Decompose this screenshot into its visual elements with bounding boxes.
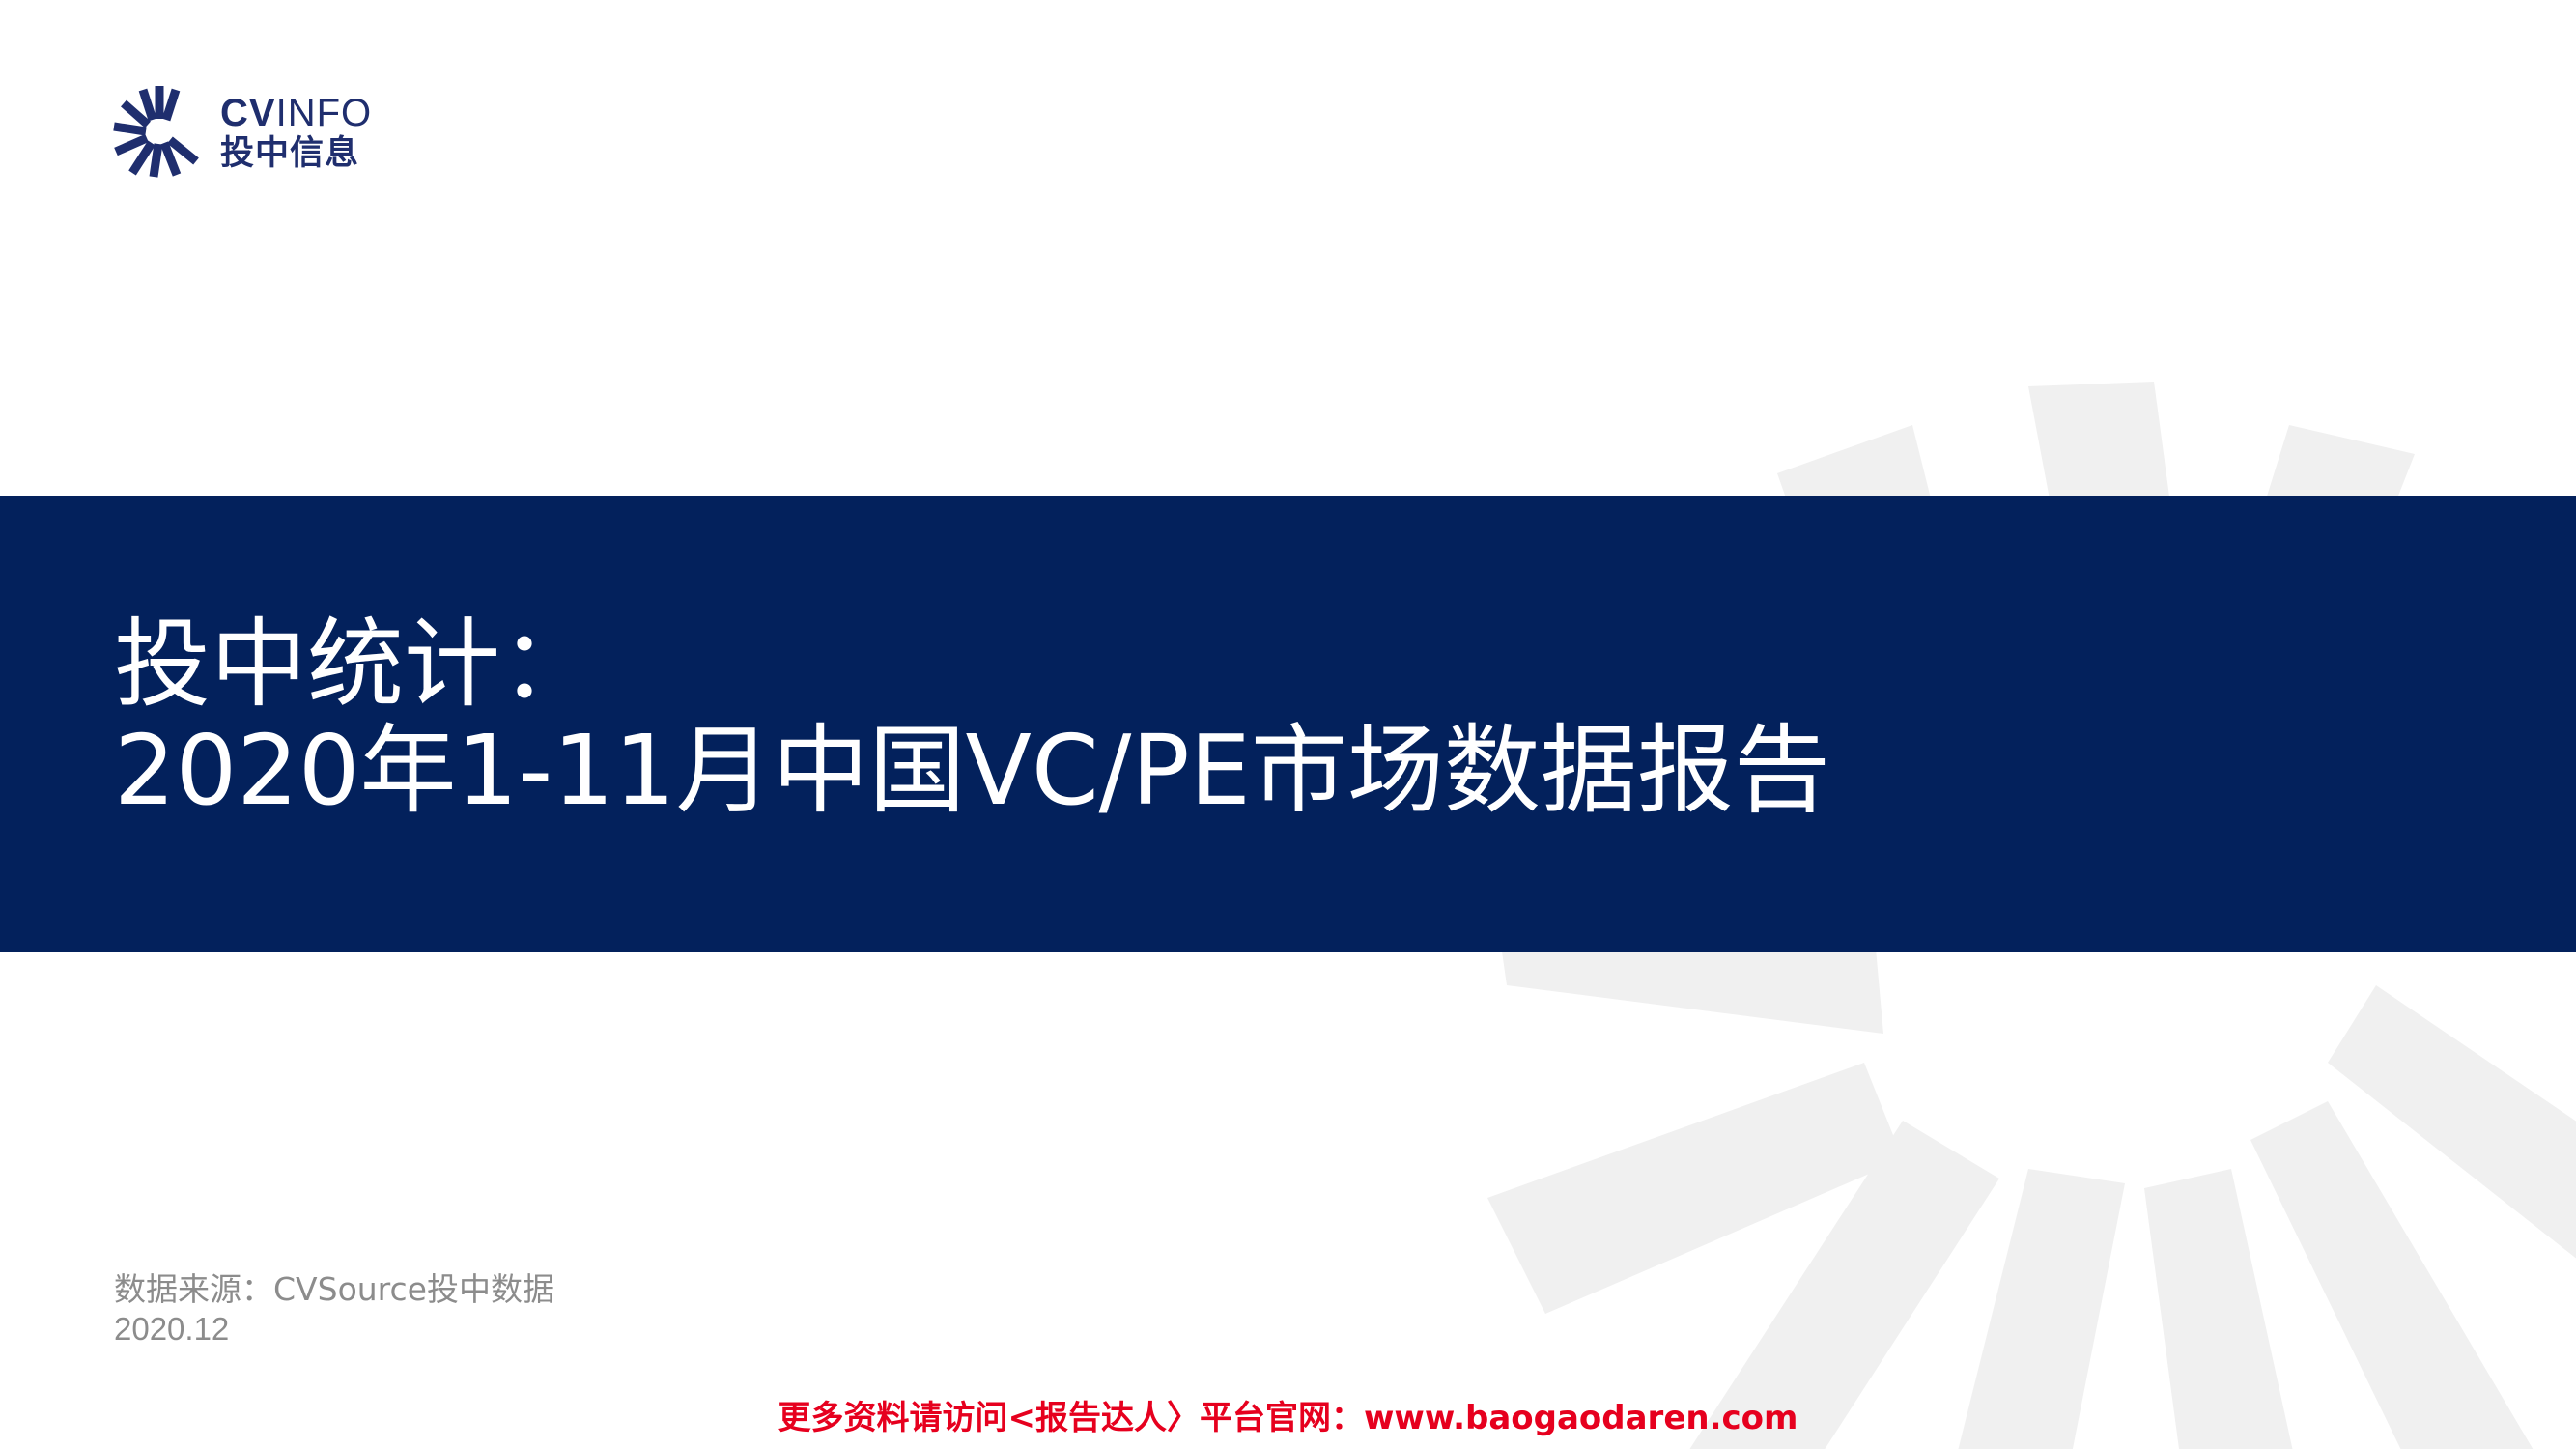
logo-brand-en: CVINFO [220,90,372,136]
data-source: 数据来源：CVSource投中数据 [114,1270,554,1308]
cvinfo-logo: CVINFO 投中信息 [111,82,401,179]
logo-brand-cn: 投中信息 [220,134,360,172]
title-line-2: 2020年1-11月中国VC/PE市场数据报告 [114,714,1830,827]
report-date: 2020.12 [114,1311,230,1347]
slide: CVINFO 投中信息 投中统计： 2020年1-11月中国VC/PE市场数据报… [0,0,2576,1449]
starburst-logo-icon [113,86,199,178]
promo-banner: 更多资料请访问<报告达人〉平台官网：www.baogaodaren.com [778,1399,1798,1437]
title-band: 投中统计： 2020年1-11月中国VC/PE市场数据报告 [0,496,2576,952]
logo-brand-bold: CV [220,92,276,134]
logo-brand-light: INFO [275,92,373,134]
title-line-1: 投中统计： [114,608,597,721]
